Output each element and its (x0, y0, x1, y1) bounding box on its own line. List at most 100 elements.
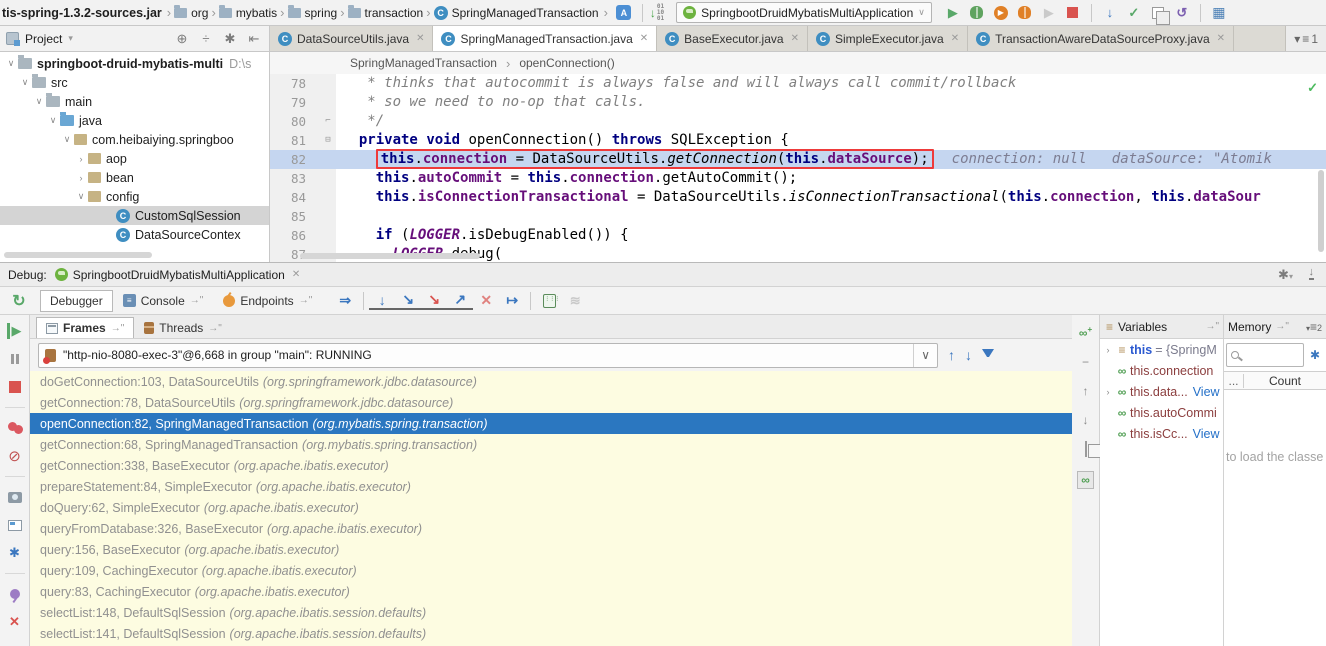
chevron-down-icon[interactable]: ▾ (68, 33, 73, 44)
tree-chevron-icon[interactable]: › (1102, 387, 1114, 397)
step-over-icon[interactable]: ↓ (369, 292, 395, 310)
memory-settings-gear-icon[interactable]: ✱ (1310, 348, 1320, 362)
rollback-icon[interactable]: ↺ (1171, 3, 1193, 23)
duplicate-icon[interactable] (1085, 442, 1087, 456)
line-number[interactable]: 78 (270, 74, 320, 93)
resume-icon[interactable]: ▶ (7, 323, 23, 339)
variable-row[interactable]: ∞this.isCc...View (1100, 423, 1223, 444)
thread-selector[interactable]: "http-nio-8080-exec-3"@6,668 in group "m… (38, 343, 938, 368)
stack-frame-row[interactable]: query:156, BaseExecutor(org.apache.ibati… (30, 539, 1072, 560)
run-configuration-select[interactable]: SpringbootDruidMybatisMultiApplication ∨ (676, 2, 932, 23)
close-icon[interactable]: ✕ (791, 33, 799, 44)
code-line[interactable]: 82 this.connection = DataSourceUtils.get… (270, 150, 1326, 169)
settings-gear-icon[interactable]: ✱▾ (1277, 267, 1295, 283)
debug-button[interactable] (966, 3, 988, 23)
remove-watch-icon[interactable]: − (1082, 355, 1089, 369)
view-link[interactable]: View (1193, 427, 1220, 441)
tree-item[interactable]: ∨springboot-druid-mybatis-multiD:\s (0, 54, 269, 73)
run-to-cursor-icon[interactable]: ↦ (499, 290, 525, 312)
tree-chevron-icon[interactable]: ∨ (60, 134, 74, 145)
fold-marker-icon[interactable] (320, 93, 336, 112)
step-out-icon[interactable]: ↗ (447, 292, 473, 310)
frame-up-icon[interactable]: ↑ (948, 347, 955, 363)
collapse-all-icon[interactable]: ÷ (197, 31, 215, 46)
close-icon[interactable]: ✕ (7, 614, 23, 630)
tree-item[interactable]: ›bean (0, 168, 269, 187)
breadcrumb-jar[interactable]: tis-spring-1.3.2-sources.jar (2, 6, 162, 20)
line-number[interactable]: 80 (270, 112, 320, 131)
tab-endpoints[interactable]: Endpoints→" (213, 290, 322, 312)
code-editor[interactable]: 78 * thinks that autocommit is always fa… (270, 74, 1326, 262)
tab-list-icon[interactable]: ▾≡1 (1285, 26, 1326, 51)
memory-title[interactable]: Memory (1228, 320, 1271, 334)
scrollbar-thumb[interactable] (1318, 170, 1324, 252)
inspection-ok-icon[interactable]: ✓ (1307, 80, 1318, 96)
debug-settings-gear-icon[interactable]: ✱ (7, 545, 23, 561)
scrollbar-thumb[interactable] (4, 252, 152, 258)
run-with-coverage-button[interactable]: ▶ (990, 3, 1012, 23)
tree-chevron-icon[interactable]: › (1102, 345, 1114, 355)
tree-item[interactable]: CDataSourceContex (0, 225, 269, 244)
tree-item[interactable]: ∨com.heibaiying.springboo (0, 130, 269, 149)
close-icon[interactable]: ✕ (416, 33, 424, 44)
breadcrumb-class[interactable]: SpringManagedTransaction (350, 56, 497, 70)
close-icon[interactable]: ✕ (1217, 33, 1225, 44)
fold-marker-icon[interactable] (320, 150, 336, 169)
breadcrumb-item[interactable]: mybatis (219, 6, 277, 20)
tab-console[interactable]: ≡Console→" (113, 290, 214, 312)
tree-chevron-icon[interactable]: ∨ (32, 96, 46, 107)
tree-item[interactable]: ∨java (0, 111, 269, 130)
tree-item[interactable]: ∨config (0, 187, 269, 206)
stack-frame-row[interactable]: doQuery:62, SimpleExecutor(org.apache.ib… (30, 497, 1072, 518)
tab-threads[interactable]: Threads→" (134, 317, 232, 338)
editor-tab[interactable]: CBaseExecutor.java✕ (657, 26, 808, 51)
update-project-icon[interactable]: ↓ (1099, 3, 1121, 23)
memory-search-input[interactable] (1226, 343, 1304, 367)
hide-panel-icon[interactable]: ⇤ (245, 31, 263, 47)
breadcrumb-item[interactable]: org (174, 6, 208, 20)
editor-tab[interactable]: CSpringManagedTransaction.java✕ (433, 26, 657, 51)
stack-frame-row[interactable]: openConnection:82, SpringManagedTransact… (30, 413, 1072, 434)
mute-breakpoints-icon[interactable]: ⊘ (7, 448, 23, 464)
code-line[interactable]: 83 this.autoCommit = this.connection.get… (270, 169, 1326, 188)
tree-chevron-icon[interactable]: ∨ (46, 115, 60, 126)
editor-tab[interactable]: CDataSourceUtils.java✕ (270, 26, 433, 51)
add-watch-icon[interactable]: ∞+ (1079, 325, 1092, 340)
line-number[interactable]: 86 (270, 226, 320, 245)
move-down-icon[interactable]: ↓ (1083, 413, 1089, 427)
translate-icon[interactable]: A (613, 3, 635, 23)
tab-debugger[interactable]: Debugger (40, 290, 113, 312)
line-number[interactable]: 85 (270, 207, 320, 226)
tree-item[interactable]: ›aop (0, 149, 269, 168)
stack-frame-row[interactable]: getConnection:338, BaseExecutor(org.apac… (30, 455, 1072, 476)
code-line[interactable]: 81⊟ private void openConnection() throws… (270, 131, 1326, 150)
fold-marker-icon[interactable]: ⌐ (320, 112, 336, 131)
force-step-into-icon[interactable]: ↘ (421, 292, 447, 310)
tree-chevron-icon[interactable]: › (74, 173, 88, 183)
code-line[interactable]: 78 * thinks that autocommit is always fa… (270, 74, 1326, 93)
rerun-icon[interactable]: ↻ (6, 290, 32, 312)
line-number[interactable]: 83 (270, 169, 320, 188)
stack-frame-row[interactable]: getConnection:78, DataSourceUtils(org.sp… (30, 392, 1072, 413)
locate-icon[interactable]: ⊕ (173, 31, 191, 47)
tree-chevron-icon[interactable]: ∨ (4, 58, 18, 69)
line-number[interactable]: 84 (270, 188, 320, 207)
tree-item[interactable]: ∨main (0, 92, 269, 111)
profiler-button[interactable] (1014, 3, 1036, 23)
hide-panel-icon[interactable]: ↓ (1309, 267, 1315, 280)
close-icon[interactable]: ✕ (292, 269, 300, 280)
fold-marker-icon[interactable]: ⊟ (320, 131, 336, 150)
variable-row[interactable]: ›∞this.data...View (1100, 381, 1223, 402)
pin-icon[interactable] (7, 586, 23, 602)
breadcrumb-item[interactable]: spring (288, 6, 338, 20)
code-line[interactable]: 79 * so we need to no-op that calls. (270, 93, 1326, 112)
show-watches-icon[interactable]: ∞ (1077, 471, 1094, 489)
line-number[interactable]: 82 (270, 150, 320, 169)
breadcrumb-method[interactable]: openConnection() (519, 56, 614, 70)
line-number[interactable]: 81 (270, 131, 320, 150)
stack-frame-row[interactable]: queryFromDatabase:326, BaseExecutor(org.… (30, 518, 1072, 539)
line-number[interactable]: 79 (270, 93, 320, 112)
code-line[interactable]: 86 if (LOGGER.isDebugEnabled()) { (270, 226, 1326, 245)
evaluate-expression-icon[interactable] (536, 290, 562, 312)
database-icon[interactable]: ▦ (1208, 3, 1230, 23)
